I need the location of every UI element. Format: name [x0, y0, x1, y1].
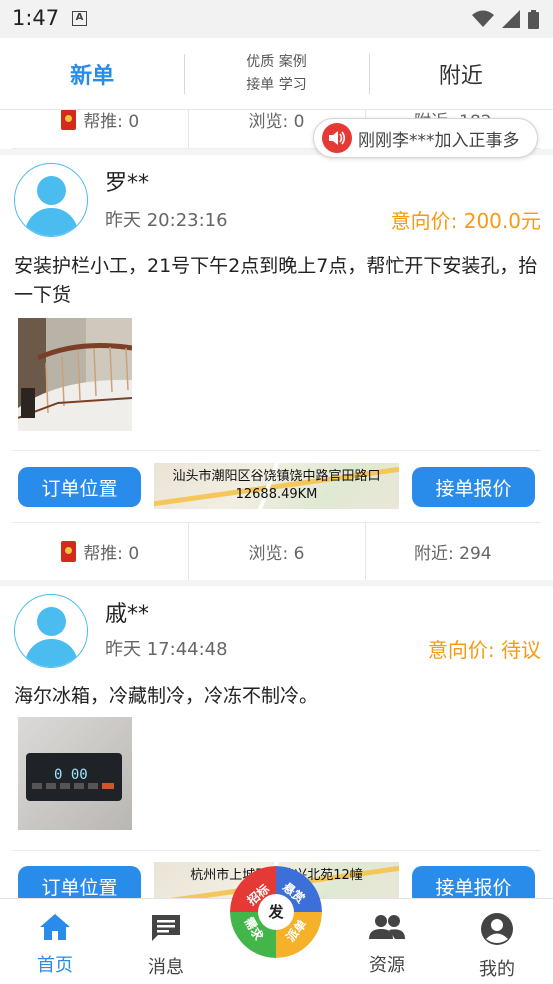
- views-stat: 浏览: 6: [188, 523, 364, 580]
- post-fab-button[interactable]: 招标 悬赏 需求 派单 发: [230, 866, 322, 958]
- toast-text: 刚刚李***加入正事多: [358, 130, 520, 151]
- tab-quality-line1: 优质 案例: [246, 53, 307, 70]
- order-map-thumbnail[interactable]: 汕头市潮阳区谷饶镇饶中路官田路口 12688.49KM: [154, 463, 399, 509]
- tab-new-orders[interactable]: 新单: [0, 38, 184, 109]
- nearby-stat: 附近: 294: [364, 523, 541, 580]
- order-photo[interactable]: 0 00: [18, 717, 132, 830]
- order-photo[interactable]: [18, 318, 132, 431]
- order-time: 昨天 17:44:48: [105, 639, 228, 660]
- tab-quality-cases-label: 优质 案例 接单 学习: [246, 51, 306, 97]
- speaker-icon: [322, 123, 352, 153]
- views-stat-label: 浏览: 6: [248, 544, 305, 564]
- order-time: 昨天 20:23:16: [105, 210, 228, 231]
- status-icons: [472, 8, 539, 30]
- status-time: 1:47: [12, 6, 60, 30]
- order-stats-row: 帮推: 0 浏览: 6 附近: 294: [12, 523, 541, 581]
- fab-center-label: 发: [258, 894, 294, 930]
- order-address: 汕头市潮阳区谷饶镇饶中路官田路口: [172, 469, 381, 484]
- tab-nearby[interactable]: 附近: [368, 38, 553, 109]
- nav-resources-label: 资源: [369, 955, 405, 976]
- tab-quality-cases[interactable]: 优质 案例 接单 学习: [184, 38, 368, 109]
- tab-quality-line2: 接单 学习: [246, 76, 307, 93]
- signal-icon: [502, 10, 520, 28]
- nav-home[interactable]: 首页: [15, 913, 95, 977]
- user-avatar-icon: [14, 594, 88, 668]
- push-stat-label: 帮推: 0: [83, 112, 140, 132]
- order-description: 海尔冰箱，冷藏制冷，冷冻不制冷。: [14, 685, 319, 707]
- status-bar: 1:47 A: [0, 0, 553, 38]
- order-price: 意向价: 200.0元: [390, 209, 541, 233]
- order-feed[interactable]: 帮推: 0 浏览: 0 附近: 182 罗** 昨天 20:23:16 意向价:…: [0, 110, 553, 898]
- views-stat-label: 浏览: 0: [248, 112, 305, 132]
- nearby-stat-label: 附近: 294: [414, 544, 492, 564]
- nav-messages-label: 消息: [148, 957, 184, 978]
- notification-a-icon: A: [72, 11, 87, 26]
- red-packet-icon: [61, 541, 77, 562]
- push-stat[interactable]: 帮推: 0: [12, 110, 188, 148]
- user-name: 罗**: [105, 171, 150, 196]
- message-icon: [152, 915, 180, 941]
- order-location-button[interactable]: 订单位置: [18, 467, 141, 507]
- order-price: 意向价: 待议: [427, 638, 541, 662]
- order-distance: 12688.49KM: [235, 487, 318, 502]
- nav-home-label: 首页: [37, 955, 73, 976]
- home-icon: [40, 914, 70, 940]
- user-name: 戚**: [105, 602, 150, 627]
- card-separator: [0, 580, 553, 586]
- order-description: 安装护栏小工，21号下午2点到晚上7点，帮忙开下安装孔，抬一下货: [14, 255, 538, 306]
- nav-messages[interactable]: 消息: [126, 913, 206, 979]
- nav-resources[interactable]: 资源: [347, 913, 427, 977]
- tab-nearby-label: 附近: [438, 63, 483, 89]
- push-stat-label: 帮推: 0: [83, 544, 140, 564]
- card-divider: [12, 450, 541, 451]
- red-packet-icon: [61, 110, 77, 130]
- fridge-display-text: 0 00: [54, 767, 88, 783]
- tab-new-orders-label: 新单: [70, 63, 115, 89]
- order-location-button[interactable]: 订单位置: [18, 866, 141, 898]
- nav-mine[interactable]: 我的: [457, 913, 537, 981]
- quote-button[interactable]: 接单报价: [412, 467, 535, 507]
- top-tab-bar: 新单 优质 案例 接单 学习 附近: [0, 38, 553, 110]
- card-divider: [12, 850, 541, 851]
- push-stat[interactable]: 帮推: 0: [12, 523, 188, 580]
- quote-button[interactable]: 接单报价: [412, 866, 535, 898]
- wifi-icon: [472, 10, 494, 27]
- nav-mine-label: 我的: [479, 959, 515, 980]
- people-icon: [369, 915, 405, 939]
- user-avatar-icon: [14, 163, 88, 237]
- join-notification-toast: 刚刚李***加入正事多: [313, 118, 538, 158]
- battery-icon: [528, 9, 539, 29]
- user-profile-icon: [481, 913, 513, 945]
